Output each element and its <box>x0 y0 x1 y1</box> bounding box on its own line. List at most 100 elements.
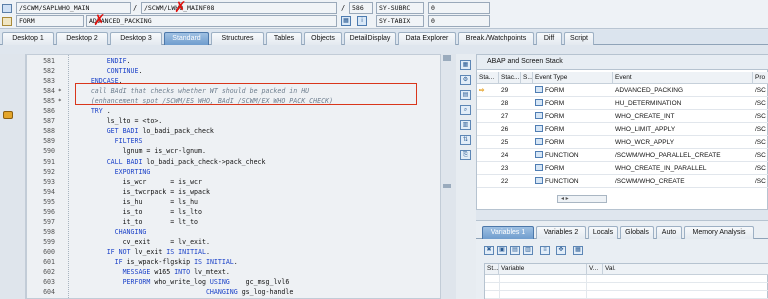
tab-memory-analysis[interactable]: Memory Analysis <box>684 226 754 239</box>
tab-data-explorer[interactable]: Data Explorer <box>398 32 456 45</box>
nav-icon[interactable]: ✥ <box>556 246 566 255</box>
col-var-status[interactable]: St... <box>485 264 499 275</box>
filter-icon[interactable]: ▥ <box>460 120 471 130</box>
code-line[interactable]: 604 CHANGING gs_log-handle <box>27 288 455 297</box>
stack-settings-icon[interactable]: ⚙ <box>460 75 471 85</box>
col-status[interactable]: Sta... <box>477 72 499 84</box>
code-line[interactable]: 592 EXPORTING <box>27 167 455 177</box>
code-line[interactable]: 595 is_hu = ls_hu <box>27 197 455 207</box>
code-line[interactable]: 581 ENDIF. <box>27 57 455 66</box>
tab-locals[interactable]: Locals <box>588 226 618 239</box>
code-line[interactable]: 590 lgnum = is_wcr-lgnum. <box>27 147 455 156</box>
tab-desktop-1[interactable]: Desktop 1 <box>2 32 54 45</box>
variable-row[interactable] <box>485 291 768 299</box>
tab-desktop-3[interactable]: Desktop 3 <box>110 32 162 45</box>
stack-row[interactable]: ⇨ 29 FORM ADVANCED_PACKING/SC <box>477 86 768 97</box>
tab-diff[interactable]: Diff <box>536 32 562 45</box>
code-line[interactable]: 593 is_wcr = is_wcr <box>27 178 455 187</box>
tab-variables-1[interactable]: Variables 1 <box>482 226 534 239</box>
code-line[interactable]: 591 CALL BADI lo_badi_pack_check->pack_c… <box>27 158 455 167</box>
layout-icon[interactable]: ▦ <box>573 246 583 255</box>
form-icon <box>2 17 12 26</box>
tab-tables[interactable]: Tables <box>266 32 302 45</box>
variable-cell[interactable] <box>499 275 587 283</box>
col-s[interactable]: S... <box>521 72 533 84</box>
load-icon[interactable]: ▤ <box>510 246 520 255</box>
stack-row[interactable]: 27 FORM WHO_CREATE_INT/SC <box>477 112 768 123</box>
code-scrollbar[interactable] <box>440 54 456 299</box>
stack-toolbar: ▦ ⚙ ▤ ⌕ ▥ ⇅ ⎘ <box>456 54 476 299</box>
line-number: 595 <box>43 197 55 206</box>
find-icon[interactable]: ⌕ <box>460 105 471 115</box>
export-icon[interactable]: ⎘ <box>460 150 471 160</box>
structure-icon[interactable]: ≡ <box>540 246 550 255</box>
breakpoint-gutter[interactable] <box>0 54 26 299</box>
stack-s <box>521 164 533 175</box>
tab-auto[interactable]: Auto <box>656 226 682 239</box>
event-type-field[interactable]: FORM <box>16 15 84 27</box>
program-field[interactable]: /SCWM/SAPLWHO_MAIN <box>16 2 131 14</box>
variable-row[interactable] <box>485 283 768 291</box>
scroll-thumb[interactable] <box>443 184 451 188</box>
breakpoint-icon[interactable] <box>3 111 13 119</box>
tab-desktop-2[interactable]: Desktop 2 <box>56 32 108 45</box>
delete-icon[interactable]: ✖ <box>484 246 494 255</box>
scroll-up-icon[interactable] <box>443 55 451 61</box>
col-v[interactable]: V... <box>587 264 603 275</box>
code-line[interactable]: 600 IF NOT lv_exit IS INITIAL. <box>27 248 455 257</box>
col-program[interactable]: Pro <box>753 72 768 84</box>
col-event-type[interactable]: Event Type <box>533 72 613 84</box>
code-line[interactable]: 596 is_to = ls_lto <box>27 208 455 217</box>
variable-cell[interactable] <box>499 283 587 291</box>
col-stack[interactable]: Stac... <box>499 72 521 84</box>
code-line[interactable]: 582 CONTINUE. <box>27 67 455 76</box>
col-event[interactable]: Event <box>613 72 753 84</box>
col-variable[interactable]: Variable <box>499 264 587 275</box>
code-line[interactable]: 598 CHANGING <box>27 228 455 237</box>
watch-icon[interactable]: ▦ <box>341 16 351 26</box>
change-icon[interactable]: ▥ <box>523 246 533 255</box>
goto-icon[interactable]: ▤ <box>460 90 471 100</box>
variable-cell[interactable] <box>499 291 587 299</box>
tab-objects[interactable]: Objects <box>304 32 342 45</box>
stack-row[interactable]: 23 FORM WHO_CREATE_IN_PARALLEL/SC <box>477 164 768 175</box>
col-value[interactable]: Val. <box>603 264 768 275</box>
code-line[interactable]: 586 TRY . <box>27 107 455 116</box>
code-line[interactable]: 599 cv_exit = lv_exit. <box>27 238 455 247</box>
tab-globals[interactable]: Globals <box>620 226 654 239</box>
code-line[interactable]: 588 GET BADI lo_badi_pack_check <box>27 127 455 136</box>
code-line[interactable]: 601 IF is_wpack-flgskip IS INITIAL. <box>27 258 455 267</box>
tab-script[interactable]: Script <box>564 32 594 45</box>
code-line[interactable]: 602 MESSAGE w165 INTO lv_mtext. <box>27 268 455 277</box>
line-number: 592 <box>43 167 55 176</box>
tab-detaildisplay[interactable]: DetailDisplay <box>344 32 396 45</box>
code-line[interactable]: 587 ls_lto = <to>. <box>27 117 455 126</box>
stack-row[interactable]: 26 FORM WHO_LIMIT_APPLY/SC <box>477 125 768 136</box>
info-icon[interactable]: i <box>357 16 367 26</box>
variable-row[interactable] <box>485 275 768 283</box>
code-line[interactable]: 589 FILTERS <box>27 137 455 146</box>
code-text: CONTINUE. <box>106 67 143 76</box>
event-name-field[interactable]: ADVANCED_PACKING <box>86 15 337 27</box>
code-line[interactable]: 594 is_twcrpack = is_wpack <box>27 188 455 197</box>
code-line[interactable]: 603 PERFORM who_write_log USING gc_msg_l… <box>27 278 455 287</box>
stack-table-icon[interactable]: ▦ <box>460 60 471 70</box>
save-icon[interactable]: ▣ <box>497 246 507 255</box>
variables-grid[interactable]: St... Variable V... Val. <box>484 263 768 299</box>
sort-icon[interactable]: ⇅ <box>460 135 471 145</box>
header-row-program: /SCWM/SAPLWHO_MAIN / /SCWM/LWHO_MAINF08 … <box>0 0 768 15</box>
stack-row[interactable]: 24 FUNCTION/SCWM/WHO_PARALLEL_CREATE/SC <box>477 151 768 162</box>
tab-structures[interactable]: Structures <box>211 32 264 45</box>
stack-row[interactable]: 25 FORM WHO_WCR_APPLY/SC <box>477 138 768 149</box>
code-line[interactable]: 597 it_to = lt_to <box>27 218 455 227</box>
stack-hscroll[interactable]: ◂ ▸ <box>557 195 607 203</box>
tab-break-watchpoints[interactable]: Break./Watchpoints <box>458 32 534 45</box>
event-cell: /SCWM/WHO_PARALLEL_CREATE <box>615 152 721 159</box>
stack-row[interactable]: 28 FORM HU_DETERMINATION/SC <box>477 99 768 110</box>
stack-row[interactable]: 22 FUNCTION/SCWM/WHO_CREATE/SC <box>477 177 768 188</box>
form-icon <box>535 138 543 145</box>
tab-standard[interactable]: Standard <box>164 32 209 45</box>
line-number-field[interactable]: 586 <box>349 2 373 14</box>
include-field[interactable]: /SCWM/LWHO_MAINF08 <box>141 2 337 14</box>
tab-variables-2[interactable]: Variables 2 <box>536 226 586 239</box>
